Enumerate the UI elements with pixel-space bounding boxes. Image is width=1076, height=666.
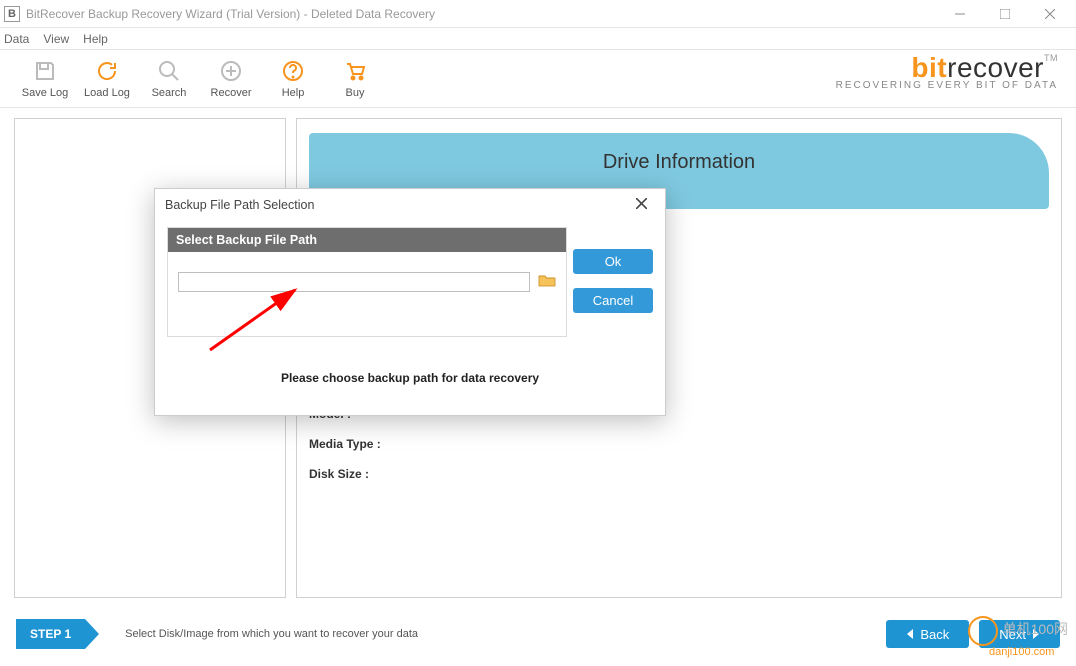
- watermark: 单机100网 danji100.com: [968, 616, 1068, 658]
- media-type-label: Media Type :: [309, 437, 381, 451]
- disk-size-label: Disk Size :: [309, 467, 369, 481]
- buy-button[interactable]: Buy: [324, 58, 386, 99]
- footer: STEP 1 Select Disk/Image from which you …: [0, 612, 1076, 656]
- dialog-title: Backup File Path Selection: [165, 198, 314, 212]
- folder-icon: [538, 273, 556, 287]
- recover-label: Recover: [211, 87, 252, 99]
- cart-icon: [342, 58, 368, 84]
- close-button[interactable]: [1027, 0, 1072, 28]
- watermark-cn: 单机100网: [1003, 621, 1068, 637]
- dialog-message: Please choose backup path for data recov…: [167, 337, 653, 385]
- drive-info-title: Drive Information: [603, 151, 755, 174]
- step-flag: STEP 1: [16, 619, 85, 649]
- recover-button[interactable]: Recover: [200, 58, 262, 99]
- help-button[interactable]: Help: [262, 58, 324, 99]
- browse-folder-button[interactable]: [538, 273, 556, 292]
- brand-bit: bit: [911, 52, 947, 83]
- search-label: Search: [152, 87, 187, 99]
- dialog-close-button[interactable]: [627, 198, 655, 212]
- watermark-url: danji100.com: [989, 646, 1054, 658]
- ok-button[interactable]: Ok: [573, 249, 653, 274]
- minimize-button[interactable]: [937, 0, 982, 28]
- dialog-path-panel: Select Backup File Path: [167, 227, 567, 337]
- footer-hint: Select Disk/Image from which you want to…: [125, 628, 418, 640]
- brand-logo: bitrecoverTM RECOVERING EVERY BIT OF DAT…: [836, 54, 1058, 91]
- brand-tagline: RECOVERING EVERY BIT OF DATA: [836, 80, 1058, 91]
- menu-data[interactable]: Data: [4, 32, 29, 46]
- reload-icon: [94, 58, 120, 84]
- save-icon: [32, 58, 58, 84]
- backup-path-input[interactable]: [178, 272, 530, 292]
- dialog-titlebar: Backup File Path Selection: [155, 189, 665, 221]
- backup-path-dialog: Backup File Path Selection Select Backup…: [154, 188, 666, 416]
- window-title: BitRecover Backup Recovery Wizard (Trial…: [26, 7, 435, 21]
- menu-view[interactable]: View: [43, 32, 69, 46]
- cancel-button[interactable]: Cancel: [573, 288, 653, 313]
- maximize-button[interactable]: [982, 0, 1027, 28]
- search-button[interactable]: Search: [138, 58, 200, 99]
- step-label: STEP 1: [30, 627, 71, 641]
- menu-bar: Data View Help: [0, 28, 1076, 50]
- watermark-face-icon: [968, 616, 998, 646]
- brand-tm: TM: [1044, 53, 1058, 63]
- load-log-label: Load Log: [84, 87, 130, 99]
- recover-icon: [218, 58, 244, 84]
- dialog-bar-label: Select Backup File Path: [168, 228, 566, 252]
- load-log-button[interactable]: Load Log: [76, 58, 138, 99]
- back-label: Back: [920, 627, 949, 642]
- save-log-button[interactable]: Save Log: [14, 58, 76, 99]
- help-label: Help: [282, 87, 305, 99]
- chevron-left-icon: [906, 629, 914, 639]
- buy-label: Buy: [346, 87, 365, 99]
- app-icon: B: [4, 6, 20, 22]
- back-button[interactable]: Back: [886, 620, 969, 648]
- menu-help[interactable]: Help: [83, 32, 108, 46]
- close-icon: [636, 198, 647, 209]
- brand-recover: recover: [947, 52, 1044, 83]
- search-icon: [156, 58, 182, 84]
- title-bar: B BitRecover Backup Recovery Wizard (Tri…: [0, 0, 1076, 28]
- save-log-label: Save Log: [22, 87, 68, 99]
- help-icon: [280, 58, 306, 84]
- drive-fields: Model : Media Type : Disk Size :: [309, 407, 1049, 481]
- toolbar: Save Log Load Log Search Recover Help Bu…: [0, 50, 1076, 108]
